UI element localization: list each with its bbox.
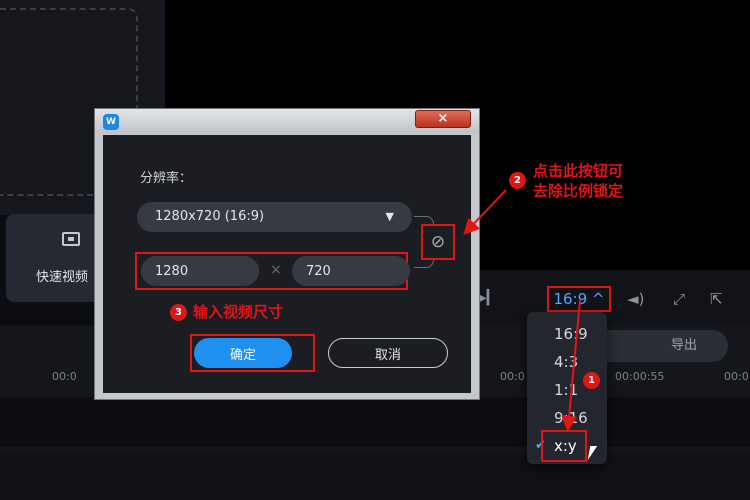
times-icon: ×: [270, 262, 282, 278]
timeline-tick: 00:00:55: [615, 370, 665, 383]
aspect-ratio-select[interactable]: 16:9 ^: [547, 286, 611, 312]
ratio-option-16-9[interactable]: 16:9: [527, 320, 607, 348]
height-input[interactable]: [292, 256, 410, 286]
timeline-track[interactable]: [0, 397, 750, 447]
ratio-option-9-16[interactable]: 9:16: [527, 404, 607, 432]
step-1-badge: 1: [583, 372, 600, 389]
export-button[interactable]: 导出: [590, 330, 728, 362]
unlink-button[interactable]: ⊘: [421, 224, 455, 260]
step-2-text-line2: 去除比例锁定: [533, 182, 624, 200]
confirm-button[interactable]: 确定: [194, 338, 292, 368]
resolution-select[interactable]: 1280x720 (16:9) ▼: [137, 202, 412, 232]
step-3-badge: 3: [170, 304, 187, 321]
fullscreen-icon[interactable]: ⤢: [673, 290, 685, 308]
app-logo-icon: W: [103, 114, 119, 130]
timeline-track-secondary[interactable]: [0, 452, 750, 500]
timeline-tick: 00:0: [52, 370, 77, 383]
video-icon: [62, 232, 80, 246]
popout-icon[interactable]: ⇱: [710, 290, 723, 308]
cancel-button[interactable]: 取消: [328, 338, 448, 368]
close-button[interactable]: ×: [415, 110, 471, 128]
chevron-down-icon: ▼: [385, 210, 394, 223]
timeline-tick: 00:0: [500, 370, 525, 383]
step-3-text: 输入视频尺寸: [193, 303, 284, 321]
highlight-box-custom-ratio: [541, 430, 587, 462]
resolution-label: 分辨率：: [140, 171, 193, 186]
unlink-icon: ⊘: [430, 232, 446, 252]
step-2-text-line1: 点击此按钮可: [533, 162, 624, 180]
video-editor: 快速视频 ▶▎ 16:9 ^ ◄) ⤢ ⇱ 导出 00:0 00:0 00:00…: [0, 0, 750, 500]
step-2-badge: 2: [509, 172, 526, 189]
dialog-titlebar[interactable]: W ×: [95, 109, 479, 133]
quick-video-button[interactable]: 快速视频: [6, 214, 106, 302]
timeline-tick: 00:0: [724, 370, 749, 383]
width-input[interactable]: [141, 256, 259, 286]
volume-icon[interactable]: ◄): [627, 290, 644, 308]
resolution-value: 1280x720 (16:9): [155, 209, 265, 224]
